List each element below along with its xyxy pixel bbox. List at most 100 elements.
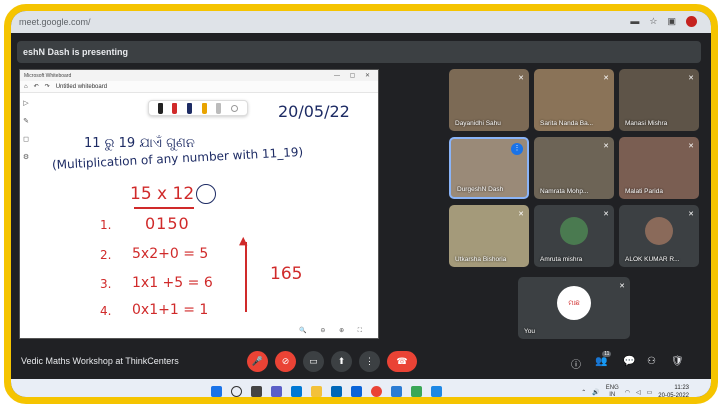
whiteboard-app-icon[interactable] [431, 386, 442, 397]
meeting-controls: Vedic Maths Workshop at ThinkCenters 🎤 ⊘… [11, 343, 711, 379]
start-icon[interactable] [211, 386, 222, 397]
settings-icon[interactable]: ⚙ [23, 153, 29, 161]
arrow-head-icon: ▲ [239, 234, 248, 247]
participant-tile[interactable]: ✕ Utkarsha Bishoria [449, 205, 529, 267]
extensions-icon[interactable]: ▬ [630, 16, 639, 27]
search-icon[interactable] [231, 386, 242, 397]
avatar [560, 217, 588, 246]
speaker-icon[interactable]: ◁ [636, 389, 641, 396]
lasso-icon[interactable] [231, 104, 239, 112]
participant-tile[interactable]: ✕ Manasi Mishra [619, 69, 699, 131]
address-bar[interactable]: meet.google.com/ [19, 17, 91, 27]
store-icon[interactable] [331, 386, 342, 397]
participant-name: Dayanidhi Sahu [455, 120, 501, 127]
star-icon[interactable]: ☆ [649, 16, 657, 27]
step-number: 3. [100, 277, 112, 291]
mic-off-icon: ✕ [603, 143, 609, 150]
leave-call-button[interactable]: ☎ [387, 351, 417, 372]
presenting-banner: eshN Dash is presenting [17, 41, 701, 63]
participant-count: 11 [602, 351, 612, 357]
speaking-icon: ⋮ [511, 143, 523, 155]
participant-name: Sarita Nanda Ba... [540, 120, 594, 127]
step-number: 4. [100, 304, 112, 318]
info-icon[interactable]: ⓘ [571, 356, 581, 371]
participant-tile[interactable]: ✕ ALOK KUMAR R... [619, 205, 699, 267]
participant-tile[interactable]: ✕ Malati Parida [619, 137, 699, 199]
people-icon[interactable]: 👥 11 [595, 351, 612, 367]
pen-yellow-icon[interactable] [201, 102, 207, 114]
self-avatar-text: ମାଛ [568, 298, 580, 307]
browser-bar: meet.google.com/ ▬ ☆ ▣ [11, 11, 711, 33]
volume-icon[interactable]: 🔊 [592, 389, 599, 396]
system-tray: ⌃ 🔊 ENG IN ◠ ◁ ▭ 11:23 20-05-2022 [581, 384, 689, 399]
chat-icon[interactable]: 💬 [623, 356, 635, 367]
home-icon[interactable]: ⌂ [24, 84, 28, 90]
mic-off-icon: ✕ [518, 211, 524, 218]
chevron-up-icon[interactable]: ⌃ [581, 389, 586, 396]
zoom-controls[interactable]: 🔍 ⊖ ⊕ ⛶ [299, 327, 368, 335]
edge-icon[interactable] [291, 386, 302, 397]
task-view-icon[interactable] [251, 386, 262, 397]
app-icon[interactable] [411, 386, 422, 397]
redo-icon[interactable]: ↷ [45, 83, 50, 90]
captions-button[interactable]: ▭ [303, 351, 324, 372]
battery-icon[interactable]: ▭ [647, 389, 653, 396]
window-controls[interactable]: — ▢ ✕ [334, 72, 374, 79]
screenshot-frame: meet.google.com/ ▬ ☆ ▣ eshN Dash is pres… [4, 4, 718, 404]
board-name[interactable]: Untitled whiteboard [56, 84, 107, 90]
present-button[interactable]: ⬆ [331, 351, 352, 372]
participant-tile[interactable]: ✕ Amruta mishra [534, 205, 614, 267]
camera-toggle-button[interactable]: ⊘ [275, 351, 296, 372]
pen-icon[interactable]: ✎ [23, 117, 29, 125]
clock-date: 20-05-2022 [658, 393, 689, 399]
arrow-line [245, 242, 247, 312]
pen-blue-icon[interactable] [187, 102, 193, 114]
file-explorer-icon[interactable] [311, 386, 322, 397]
participant-tile[interactable]: ✕ Sarita Nanda Ba... [534, 69, 614, 131]
answer-text: 165 [270, 264, 303, 284]
mic-off-icon: ✕ [619, 283, 625, 290]
participant-name: DurgeshN Dash [457, 186, 504, 193]
host-controls-icon[interactable]: 🛡 [671, 356, 684, 367]
participant-name: Namrata Mohp... [540, 188, 589, 195]
self-tile[interactable]: ମାଛ ✕ You [518, 277, 630, 339]
chrome-icon[interactable] [371, 386, 382, 397]
select-icon[interactable]: ▷ [23, 99, 28, 107]
meeting-title: Vedic Maths Workshop at ThinkCenters [21, 356, 179, 366]
highlighter-icon[interactable] [216, 102, 222, 114]
profile-avatar[interactable] [686, 16, 697, 27]
pen-tray [148, 100, 248, 116]
mic-off-icon: ✕ [603, 75, 609, 82]
activities-icon[interactable]: ⚇ [647, 356, 656, 367]
whiteboard-app-title: Microsoft Whiteboard [24, 72, 72, 79]
language-indicator[interactable]: ENG IN [605, 385, 619, 397]
clock-time: 11:23 [674, 385, 689, 391]
window-icon[interactable]: ▣ [667, 16, 676, 27]
step-text: 0x1+1 = 1 [132, 302, 209, 318]
language-top: ENG [605, 385, 619, 391]
pen-black-icon[interactable] [157, 102, 163, 114]
step-number: 1. [100, 218, 112, 232]
step-text: 1x1 +5 = 6 [132, 275, 213, 291]
participant-tile[interactable]: ✕ Dayanidhi Sahu [449, 69, 529, 131]
participant-name: Manasi Mishra [625, 120, 668, 127]
clock[interactable]: 11:23 20-05-2022 [658, 384, 689, 399]
more-options-button[interactable]: ⋮ [359, 351, 380, 372]
participant-name: ALOK KUMAR R... [625, 256, 680, 263]
date-text: 20/05/22 [278, 102, 350, 121]
wifi-icon[interactable]: ◠ [625, 389, 630, 396]
working-text: 0150 [145, 214, 190, 233]
self-avatar: ମାଛ [557, 286, 591, 321]
problem-underline [134, 207, 194, 209]
pen-red-icon[interactable] [172, 102, 178, 114]
participant-tile-active[interactable]: ⋮ DurgeshN Dash [449, 137, 529, 199]
mail-icon[interactable] [351, 386, 362, 397]
word-icon[interactable] [391, 386, 402, 397]
chat-app-icon[interactable] [271, 386, 282, 397]
eraser-icon[interactable]: ◻ [23, 135, 29, 143]
participant-name: You [524, 328, 535, 335]
participant-tile[interactable]: ✕ Namrata Mohp... [534, 137, 614, 199]
mic-toggle-button[interactable]: 🎤 [247, 351, 268, 372]
undo-icon[interactable]: ↶ [34, 83, 39, 90]
meet-stage: eshN Dash is presenting Microsoft Whiteb… [11, 33, 711, 365]
